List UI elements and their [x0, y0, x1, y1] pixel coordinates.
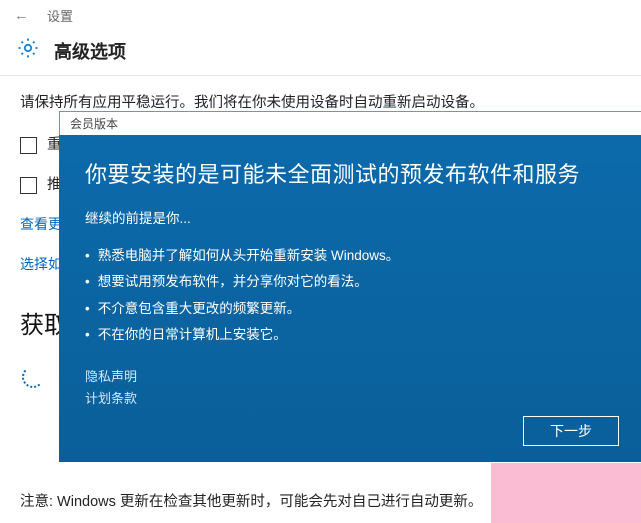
- loading-spinner-icon: [22, 366, 44, 388]
- insider-dialog: 你要安装的是可能未全面测试的预发布软件和服务 继续的前提是你... 熟悉电脑并了…: [59, 135, 641, 462]
- page-header: 高级选项: [0, 30, 641, 75]
- window-titlebar: ← 设置: [0, 0, 641, 30]
- dialog-bullet: 不在你的日常计算机上安装它。: [85, 322, 615, 348]
- app-name: 设置: [47, 6, 73, 25]
- dialog-links: 隐私声明 计划条款: [85, 366, 615, 410]
- dialog-titlebar: 会员版本: [59, 111, 641, 135]
- dialog-bullet: 不介意包含重大更改的频繁更新。: [85, 296, 615, 322]
- dialog-window-title: 会员版本: [70, 117, 118, 131]
- dialog-heading: 你要安装的是可能未全面测试的预发布软件和服务: [85, 157, 615, 189]
- gear-icon: [16, 36, 40, 65]
- dialog-bullets: 熟悉电脑并了解如何从头开始重新安装 Windows。 想要试用预发布软件，并分享…: [85, 243, 615, 348]
- privacy-link[interactable]: 隐私声明: [85, 369, 137, 384]
- checkbox-icon[interactable]: [20, 137, 37, 154]
- page-title: 高级选项: [54, 38, 126, 64]
- terms-link[interactable]: 计划条款: [85, 391, 137, 406]
- dialog-subtitle: 继续的前提是你...: [85, 207, 615, 227]
- redaction-patch: [491, 463, 641, 523]
- back-icon[interactable]: ←: [8, 7, 35, 24]
- dialog-bullet: 想要试用预发布软件，并分享你对它的看法。: [85, 269, 615, 295]
- next-button[interactable]: 下一步: [523, 416, 619, 446]
- checkbox-icon[interactable]: [20, 177, 37, 194]
- dialog-bullet: 熟悉电脑并了解如何从头开始重新安装 Windows。: [85, 243, 615, 269]
